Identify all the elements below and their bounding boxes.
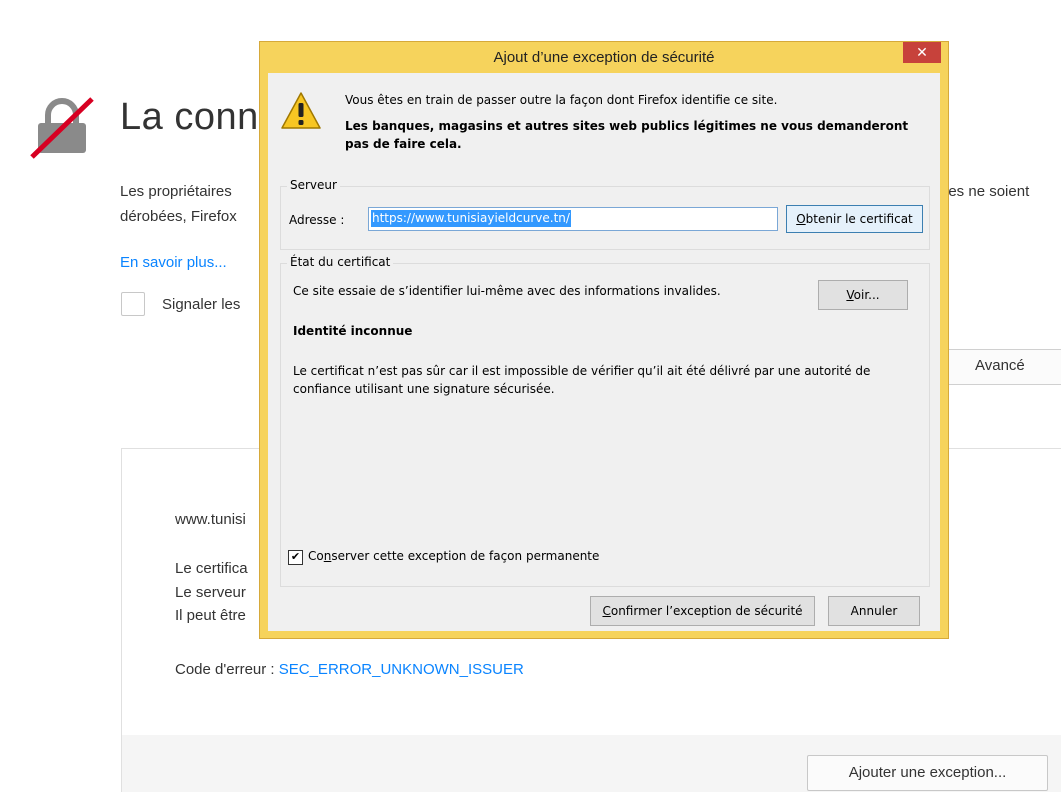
- certificate-status-text: Ce site essaie de s’identifier lui-même …: [293, 284, 721, 298]
- add-exception-button[interactable]: Ajouter une exception...: [807, 755, 1048, 791]
- address-input[interactable]: https://www.tunisiayieldcurve.tn/: [368, 207, 778, 231]
- error-code-label: Code d'erreur :: [175, 661, 279, 678]
- close-button[interactable]: ✕: [903, 42, 941, 63]
- dialog-content: Vous êtes en train de passer outre la fa…: [268, 73, 940, 631]
- report-checkbox[interactable]: [121, 292, 145, 316]
- certificate-status-group: État du certificat Ce site essaie de s’i…: [280, 255, 930, 587]
- learn-more-link[interactable]: En savoir plus...: [120, 254, 227, 271]
- report-label: Signaler les: [162, 296, 241, 313]
- certificate-status-legend: État du certificat: [287, 255, 394, 269]
- certificate-detail-text: Le certificat n’est pas sûr car il est i…: [293, 364, 871, 396]
- intro-text-right: ées ne soient: [940, 183, 1030, 200]
- address-label: Adresse :: [289, 213, 345, 227]
- advanced-button[interactable]: Avancé: [940, 349, 1061, 385]
- warning-text-bold: Les banques, magasins et autres sites we…: [345, 119, 909, 151]
- address-value: https://www.tunisiayieldcurve.tn/: [371, 210, 571, 227]
- details-line-3: Il peut être: [175, 607, 246, 624]
- details-line-2: Le serveur: [175, 584, 246, 601]
- dialog-titlebar[interactable]: Ajout d’une exception de sécurité ✕: [260, 42, 948, 73]
- server-group: Serveur Adresse : https://www.tunisiayie…: [280, 178, 930, 250]
- security-exception-dialog: Ajout d’une exception de sécurité ✕ Vous…: [259, 41, 949, 639]
- details-host: www.tunisi: [175, 511, 246, 528]
- get-certificate-button[interactable]: Obtenir le certificat: [786, 205, 923, 233]
- server-legend: Serveur: [287, 178, 340, 192]
- confirm-exception-button[interactable]: Confirmer l’exception de sécurité: [590, 596, 815, 626]
- error-code-row: Code d'erreur : SEC_ERROR_UNKNOWN_ISSUER: [175, 661, 524, 678]
- dialog-title: Ajout d’une exception de sécurité: [493, 49, 715, 66]
- view-certificate-button[interactable]: Voir...: [818, 280, 908, 310]
- details-line-1: Le certifica: [175, 560, 248, 577]
- permanent-checkbox[interactable]: ✔: [288, 550, 303, 565]
- permanent-checkbox-label[interactable]: Conserver cette exception de façon perma…: [308, 549, 599, 563]
- warning-text: Vous êtes en train de passer outre la fa…: [345, 93, 778, 107]
- intro-text: Les propriétaires dérobées, Firefox: [120, 179, 237, 229]
- identity-heading: Identité inconnue: [293, 324, 413, 338]
- warning-triangle-icon: [281, 92, 321, 129]
- error-code-link[interactable]: SEC_ERROR_UNKNOWN_ISSUER: [279, 661, 524, 678]
- cancel-button[interactable]: Annuler: [828, 596, 920, 626]
- intro-line-2: dérobées, Firefox: [120, 208, 237, 225]
- page-title: La conne: [120, 96, 281, 138]
- close-icon: ✕: [916, 44, 928, 60]
- broken-lock-icon: [30, 97, 94, 159]
- intro-line-1: Les propriétaires: [120, 183, 232, 200]
